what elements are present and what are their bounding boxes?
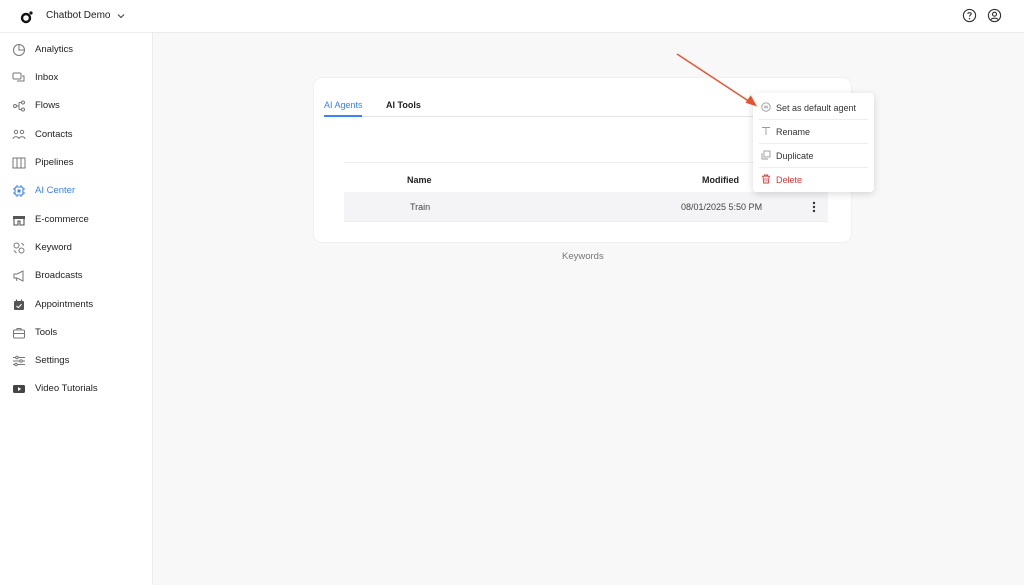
sidebar-item-label: AI Center xyxy=(35,185,76,196)
sidebar-item-label: Pipelines xyxy=(35,157,74,168)
sidebar-item-inbox[interactable]: Inbox xyxy=(0,66,153,90)
sidebar-item-settings[interactable]: Settings xyxy=(0,349,153,373)
sidebar-item-tools[interactable]: Tools xyxy=(0,321,153,345)
megaphone-icon xyxy=(13,270,24,282)
keyword-icon xyxy=(13,242,25,254)
store-icon xyxy=(13,216,25,226)
sidebar-item-label: Appointments xyxy=(35,299,94,310)
sidebar-item-analytics[interactable]: Analytics xyxy=(0,38,153,62)
agent-name: Train xyxy=(410,202,431,212)
menu-item-duplicate[interactable]: Duplicate xyxy=(753,143,874,167)
sidebar-item-label: Contacts xyxy=(35,129,73,140)
app-logo-icon[interactable] xyxy=(20,10,34,24)
duplicate-icon xyxy=(761,150,771,160)
sidebar-item-label: Tools xyxy=(35,327,58,338)
menu-item-set-default-agent[interactable]: Set as default agent xyxy=(753,95,874,119)
menu-item-label: Duplicate xyxy=(776,151,814,161)
toolbox-icon xyxy=(13,328,25,339)
sidebar-item-label: Analytics xyxy=(35,44,74,55)
flow-icon xyxy=(13,100,25,112)
workspace-switcher[interactable]: Chatbot Demo xyxy=(46,10,126,21)
sidebar-item-keyword[interactable]: Keyword xyxy=(0,236,153,260)
columns-icon xyxy=(12,157,26,169)
sidebar-item-label: E-commerce xyxy=(35,214,89,225)
sidebar-item-label: Inbox xyxy=(35,72,59,83)
tab-ai-agents[interactable]: AI Agents xyxy=(324,100,363,110)
calendar-icon xyxy=(14,299,24,310)
column-header-name[interactable]: Name xyxy=(407,175,432,185)
menu-item-rename[interactable]: Rename xyxy=(753,119,874,143)
top-bar: Chatbot Demo xyxy=(0,0,1024,33)
menu-item-delete[interactable]: Delete xyxy=(753,167,874,191)
column-header-modified[interactable]: Modified xyxy=(702,175,739,185)
sidebar-item-video-tutorials[interactable]: Video Tutorials xyxy=(0,377,153,401)
chat-bubbles-icon xyxy=(12,72,25,82)
text-t-icon xyxy=(762,127,770,135)
sidebar-item-label: Flows xyxy=(35,100,60,111)
workspace-name: Chatbot Demo xyxy=(46,10,111,21)
sidebar-item-label: Video Tutorials xyxy=(35,383,98,394)
pie-chart-icon xyxy=(13,44,25,56)
user-circle-icon[interactable] xyxy=(987,8,1002,23)
sidebar: Analytics Inbox Flows Contacts Pipelines… xyxy=(0,33,153,585)
chip-icon xyxy=(13,185,25,197)
more-options-icon[interactable] xyxy=(810,200,818,214)
sliders-icon xyxy=(13,355,25,367)
table-row[interactable]: Train 08/01/2025 5:50 PM xyxy=(344,192,828,222)
tab-ai-tools[interactable]: AI Tools xyxy=(386,100,421,110)
chevron-down-icon xyxy=(118,13,125,18)
contacts-icon xyxy=(12,129,26,140)
sidebar-item-appointments[interactable]: Appointments xyxy=(0,293,153,317)
sidebar-item-ai-center[interactable]: AI Center xyxy=(0,179,153,203)
sidebar-item-flows[interactable]: Flows xyxy=(0,94,153,118)
sidebar-item-ecommerce[interactable]: E-commerce xyxy=(0,208,153,232)
sidebar-item-label: Settings xyxy=(35,355,70,366)
agent-modified: 08/01/2025 5:50 PM xyxy=(681,202,763,212)
sidebar-item-broadcasts[interactable]: Broadcasts xyxy=(0,264,153,288)
menu-item-label: Delete xyxy=(776,175,803,185)
video-play-icon xyxy=(13,385,25,393)
sidebar-item-label: Broadcasts xyxy=(35,270,83,281)
menu-item-label: Set as default agent xyxy=(776,103,857,113)
keywords-label: Keywords xyxy=(562,251,604,262)
default-agent-icon xyxy=(761,102,771,112)
agent-context-menu: Set as default agent Rename Duplicate De… xyxy=(753,93,874,192)
sidebar-item-label: Keyword xyxy=(35,242,72,253)
help-circle-icon[interactable] xyxy=(962,8,977,23)
sidebar-item-pipelines[interactable]: Pipelines xyxy=(0,151,153,175)
trash-icon xyxy=(762,174,770,184)
menu-item-label: Rename xyxy=(776,127,811,137)
active-tab-indicator xyxy=(324,115,362,117)
sidebar-item-contacts[interactable]: Contacts xyxy=(0,123,153,147)
